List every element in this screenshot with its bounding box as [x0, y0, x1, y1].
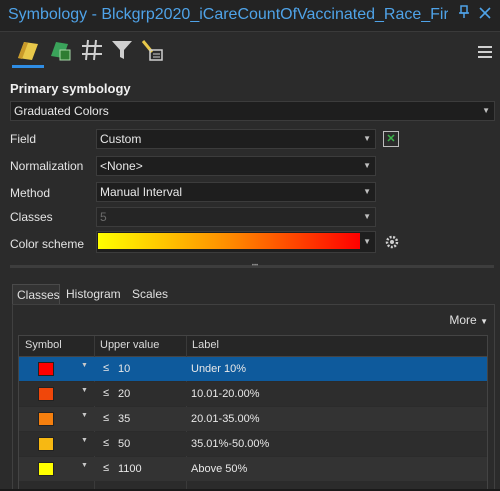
classes-dropdown[interactable]: 5 ▼ [96, 207, 376, 227]
hamburger-menu-icon[interactable] [478, 46, 492, 61]
chevron-down-icon: ▼ [363, 212, 371, 221]
less-equal-symbol: ≤ [103, 462, 110, 474]
chevron-down-icon[interactable]: ▼ [81, 362, 88, 369]
tab-histogram[interactable]: Histogram [62, 284, 125, 304]
upper-value[interactable]: 10 [118, 363, 130, 375]
symbol-swatch[interactable] [38, 462, 54, 476]
field-label: Field [10, 132, 37, 146]
tab-classes[interactable]: Classes [12, 284, 60, 304]
table-header: Symbol Upper value Label [19, 336, 487, 357]
chevron-down-icon: ▼ [363, 237, 371, 246]
normalization-value: <None> [100, 159, 143, 173]
less-equal-symbol: ≤ [103, 387, 110, 399]
table-row[interactable]: ▼ ≤10 Under 10% [19, 357, 487, 381]
class-label[interactable]: Above 50% [191, 463, 247, 475]
class-label[interactable]: 10.01-20.00% [191, 388, 260, 400]
table-row[interactable]: ▼ ≤20 10.01-20.00% [19, 382, 487, 406]
class-label[interactable]: Under 10% [191, 363, 246, 375]
symbology-toolbar [0, 32, 500, 72]
symbol-swatch[interactable] [38, 387, 54, 401]
class-label[interactable]: 20.01-35.00% [191, 413, 260, 425]
table-row[interactable]: ▼ ≤50 35.01%-50.00% [19, 432, 487, 456]
header-symbol[interactable]: Symbol [25, 339, 62, 351]
method-label: Method [10, 186, 51, 200]
classes-label: Classes [10, 210, 53, 224]
section-title: Primary symbology [10, 81, 131, 96]
less-equal-symbol: ≤ [103, 412, 110, 424]
symbol-layers-icon[interactable] [80, 38, 104, 62]
tab-scales[interactable]: Scales [128, 284, 172, 304]
more-menu-button[interactable]: More ▼ [449, 313, 488, 327]
renderer-value: Graduated Colors [14, 104, 109, 118]
chevron-down-icon[interactable]: ▼ [81, 462, 88, 469]
more-label: More [449, 313, 477, 327]
chevron-down-icon: ▼ [480, 317, 488, 326]
chevron-down-icon: ▼ [363, 134, 371, 143]
field-value: Custom [100, 132, 142, 146]
header-label[interactable]: Label [192, 339, 219, 351]
vary-symbology-icon[interactable] [48, 38, 72, 62]
advanced-symbology-icon[interactable] [140, 38, 164, 62]
expression-builder-icon[interactable]: ✕ [383, 131, 399, 147]
chevron-down-icon: ▼ [363, 161, 371, 170]
field-dropdown[interactable]: Custom ▼ [96, 129, 376, 149]
color-scheme-label: Color scheme [10, 237, 85, 251]
method-dropdown[interactable]: Manual Interval ▼ [96, 182, 376, 202]
grip-icon[interactable]: ••• [247, 263, 263, 269]
normalization-dropdown[interactable]: <None> ▼ [96, 156, 376, 176]
upper-value[interactable]: 1100 [118, 463, 142, 475]
symbol-swatch[interactable] [38, 412, 54, 426]
classes-value: 5 [100, 210, 107, 224]
chevron-down-icon: ▼ [482, 106, 490, 115]
renderer-dropdown[interactable]: Graduated Colors ▼ [10, 101, 495, 121]
symbol-swatch[interactable] [38, 437, 54, 451]
less-equal-symbol: ≤ [103, 362, 110, 374]
gear-icon[interactable] [384, 234, 400, 250]
header-upper-value[interactable]: Upper value [100, 339, 159, 351]
table-row[interactable]: ▼ ≤1100 Above 50% [19, 457, 487, 481]
chevron-down-icon[interactable]: ▼ [81, 437, 88, 444]
primary-symbology-icon[interactable] [12, 38, 44, 68]
upper-value[interactable]: 35 [118, 413, 130, 425]
symbol-swatch[interactable] [38, 362, 54, 376]
pane-title: Symbology - Blckgrp2020_iCareCountOfVacc… [8, 6, 448, 23]
pin-icon[interactable] [455, 5, 473, 23]
chevron-down-icon: ▼ [363, 187, 371, 196]
chevron-down-icon[interactable]: ▼ [81, 412, 88, 419]
normalization-label: Normalization [10, 159, 84, 173]
method-value: Manual Interval [100, 185, 183, 199]
title-bar: Symbology - Blckgrp2020_iCareCountOfVacc… [0, 0, 500, 32]
upper-value[interactable]: 50 [118, 438, 130, 450]
classes-table: Symbol Upper value Label ▼ ≤10 Under 10% ▼ ≤… [18, 335, 488, 491]
close-icon[interactable] [476, 5, 494, 23]
filter-icon[interactable] [110, 38, 134, 62]
class-label[interactable]: 35.01%-50.00% [191, 438, 269, 450]
color-ramp [98, 233, 360, 249]
table-row[interactable]: ▼ ≤35 20.01-35.00% [19, 407, 487, 431]
upper-value[interactable]: 20 [118, 388, 130, 400]
less-equal-symbol: ≤ [103, 437, 110, 449]
chevron-down-icon[interactable]: ▼ [81, 387, 88, 394]
